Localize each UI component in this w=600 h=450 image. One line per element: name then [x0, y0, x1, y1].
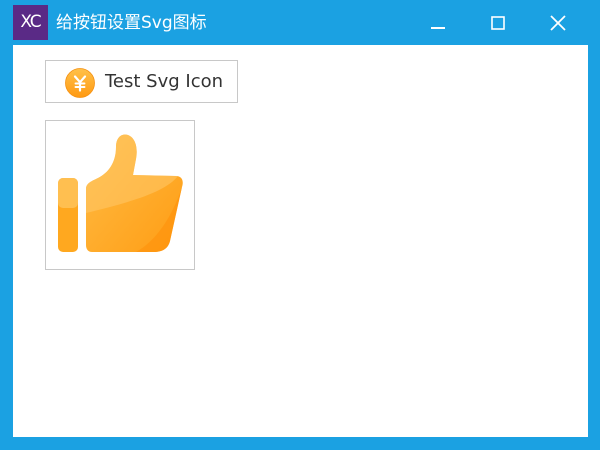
- maximize-icon: [491, 16, 505, 30]
- minimize-icon: [431, 27, 445, 29]
- close-button[interactable]: [538, 3, 578, 43]
- app-window: XC 给按钮设置Svg图标 Test Svg Icon: [0, 0, 600, 450]
- yuan-coin-icon: [65, 68, 95, 98]
- title-bar[interactable]: XC 给按钮设置Svg图标: [0, 0, 600, 45]
- test-button-label: Test Svg Icon: [105, 71, 224, 92]
- window-title: 给按钮设置Svg图标: [56, 13, 207, 33]
- minimize-button[interactable]: [418, 3, 458, 43]
- thumbs-up-icon: [58, 134, 183, 252]
- test-svg-icon-button[interactable]: Test Svg Icon: [45, 60, 238, 103]
- maximize-button[interactable]: [478, 3, 518, 43]
- app-logo: XC: [13, 5, 48, 40]
- thumbs-up-icon-button[interactable]: [45, 120, 195, 270]
- close-icon: [550, 15, 566, 31]
- client-area: Test Svg Icon: [13, 45, 588, 437]
